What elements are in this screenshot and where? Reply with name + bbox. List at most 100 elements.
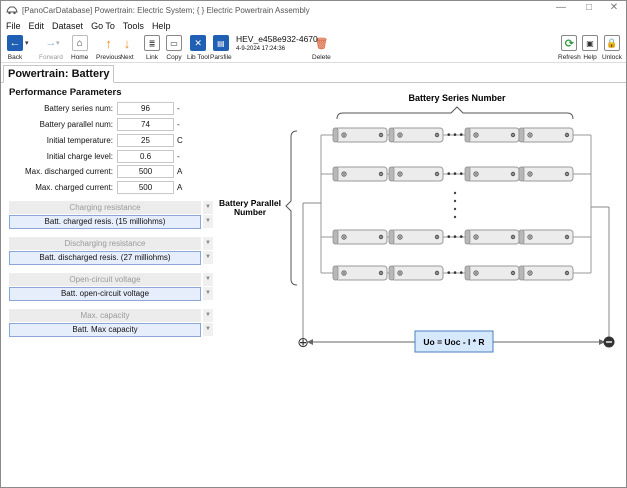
- car-icon: [6, 6, 18, 15]
- menu-tools[interactable]: Tools: [123, 21, 144, 31]
- discharging-resistance-field[interactable]: Batt. discharged resis. (27 milliohms): [9, 251, 201, 265]
- ellipsis-marker: • • •: [447, 268, 464, 279]
- ellipsis-marker: • • •: [447, 169, 464, 180]
- param-row-max-charged-current: Max. charged current: 500 A: [9, 181, 209, 194]
- param-row-max-discharged-current: Max. discharged current: 500 A: [9, 165, 209, 178]
- param-unit: -: [177, 152, 180, 161]
- discharging-resistance-group: Discharging resistance Batt. discharged …: [9, 237, 213, 269]
- record-name: HEV_e458e932-4670: [236, 34, 318, 44]
- menu-goto[interactable]: Go To: [91, 21, 115, 31]
- lock-icon: 🔒: [603, 35, 620, 51]
- menu-edit[interactable]: Edit: [29, 21, 45, 31]
- minimize-button[interactable]: —: [547, 2, 575, 13]
- record-timestamp: 4-9-2024 17:24:36: [236, 46, 286, 52]
- series-number-label: Battery Series Number: [408, 93, 506, 103]
- param-label: Initial charge level:: [46, 152, 113, 161]
- group-header: Open-circuit voltage: [9, 273, 201, 286]
- group-header: Max. capacity: [9, 309, 201, 322]
- next-button[interactable]: ↓ Next: [119, 35, 135, 62]
- param-label: Max. charged current:: [35, 183, 113, 192]
- menu-dataset[interactable]: Dataset: [52, 21, 83, 31]
- previous-button[interactable]: ↑ Previous: [96, 35, 121, 62]
- initial-charge-input[interactable]: 0.6: [117, 150, 174, 163]
- wrench-icon: ✕: [190, 35, 207, 51]
- title-bar: [PanoCarDatabase] Powertrain: Electric S…: [1, 1, 626, 19]
- max-capacity-field[interactable]: Batt. Max capacity: [9, 323, 201, 337]
- param-label: Battery parallel num:: [39, 120, 113, 129]
- chevron-down-icon[interactable]: ▼: [203, 237, 213, 250]
- max-charged-current-input[interactable]: 500: [117, 181, 174, 194]
- back-history-dropdown[interactable]: ▾: [25, 39, 29, 47]
- ellipsis-marker: • • •: [447, 130, 464, 141]
- max-capacity-group: Max. capacity Batt. Max capacity ▼ ▼: [9, 309, 213, 341]
- param-row-series-num: Battery series num: 96 -: [9, 102, 209, 115]
- chevron-down-icon[interactable]: ▼: [203, 287, 213, 300]
- tab-powertrain-battery[interactable]: Powertrain: Battery: [3, 65, 115, 83]
- record-info: HEV_e458e932-4670 4-9-2024 17:24:36: [236, 34, 318, 54]
- lib-tool-button[interactable]: ✕ Lib Tool: [187, 35, 209, 61]
- param-label: Max. discharged current:: [24, 167, 113, 176]
- open-circuit-voltage-group: Open-circuit voltage Batt. open-circuit …: [9, 273, 213, 305]
- unlock-button[interactable]: 🔒 Unlock: [602, 35, 622, 61]
- battery-cell-grid: • • • • • • • • • • • •: [320, 127, 592, 281]
- series-brace: [336, 106, 574, 120]
- section-title: Performance Parameters: [9, 87, 122, 98]
- param-row-initial-temperature: Initial temperature: 25 C: [9, 134, 209, 147]
- ellipsis-marker: • • •: [447, 232, 464, 243]
- chevron-down-icon[interactable]: ▼: [203, 251, 213, 264]
- refresh-button[interactable]: ⟳ Refresh: [558, 35, 581, 61]
- menu-file[interactable]: File: [6, 21, 21, 31]
- home-icon: ⌂: [71, 35, 88, 51]
- link-icon: ≣: [144, 35, 160, 51]
- parallel-brace: [285, 130, 298, 286]
- chevron-down-icon[interactable]: ▼: [203, 201, 213, 214]
- group-header: Charging resistance: [9, 201, 201, 214]
- param-unit: A: [177, 167, 183, 176]
- document-icon: ▤: [212, 35, 229, 51]
- application-window: [PanoCarDatabase] Powertrain: Electric S…: [0, 0, 627, 488]
- menu-bar: File Edit Dataset Go To Tools Help: [1, 19, 626, 33]
- arrow-up-icon: ↑: [105, 35, 112, 51]
- battery-pack-diagram: Battery Series Number Battery Parallel N…: [219, 93, 615, 353]
- arrow-left-icon: ←: [7, 35, 23, 51]
- param-unit: -: [177, 120, 180, 129]
- max-discharged-current-input[interactable]: 500: [117, 165, 174, 178]
- charging-resistance-group: Charging resistance Batt. charged resis.…: [9, 201, 213, 233]
- back-button[interactable]: ← Back: [7, 35, 23, 61]
- chevron-down-icon[interactable]: ▼: [203, 309, 213, 322]
- chevron-down-icon[interactable]: ▼: [203, 273, 213, 286]
- chevron-down-icon[interactable]: ▼: [203, 215, 213, 228]
- link-button[interactable]: ≣ Link: [144, 35, 160, 61]
- chevron-down-icon[interactable]: ▼: [203, 323, 213, 336]
- window-title: [PanoCarDatabase] Powertrain: Electric S…: [22, 5, 310, 15]
- param-unit: A: [177, 183, 183, 192]
- param-unit: -: [177, 104, 180, 113]
- home-button[interactable]: ⌂ Home: [71, 35, 88, 61]
- parallel-num-input[interactable]: 74: [117, 118, 174, 131]
- param-row-initial-charge: Initial charge level: 0.6 -: [9, 150, 209, 163]
- param-unit: C: [177, 136, 183, 145]
- refresh-icon: ⟳: [561, 35, 578, 51]
- forward-history-dropdown[interactable]: ▾: [56, 39, 60, 47]
- param-label: Battery series num:: [44, 104, 113, 113]
- plus-terminal-icon: ⊕: [297, 334, 309, 350]
- param-label: Initial temperature:: [46, 136, 113, 145]
- copy-icon: ▭: [166, 35, 182, 51]
- initial-temperature-input[interactable]: 25: [117, 134, 174, 147]
- parsfile-button[interactable]: ▤ Parsfile: [210, 35, 232, 61]
- param-row-parallel-num: Battery parallel num: 74 -: [9, 118, 209, 131]
- group-header: Discharging resistance: [9, 237, 201, 250]
- parallel-number-label-line2: Number: [234, 207, 267, 217]
- series-num-input[interactable]: 96: [117, 102, 174, 115]
- charging-resistance-field[interactable]: Batt. charged resis. (15 milliohms): [9, 215, 201, 229]
- tab-bar: Powertrain: Battery: [1, 63, 626, 83]
- open-circuit-voltage-field[interactable]: Batt. open-circuit voltage: [9, 287, 201, 301]
- help-button[interactable]: ▣ Help: [582, 35, 598, 61]
- formula-text: Uo = Uoc - I * R: [423, 337, 484, 347]
- maximize-button[interactable]: □: [575, 2, 603, 13]
- arrow-down-icon: ↓: [123, 35, 131, 51]
- copy-button[interactable]: ▭ Copy: [166, 35, 182, 61]
- help-book-icon: ▣: [582, 35, 598, 51]
- menu-help[interactable]: Help: [152, 21, 171, 31]
- close-button[interactable]: ✕: [600, 2, 627, 13]
